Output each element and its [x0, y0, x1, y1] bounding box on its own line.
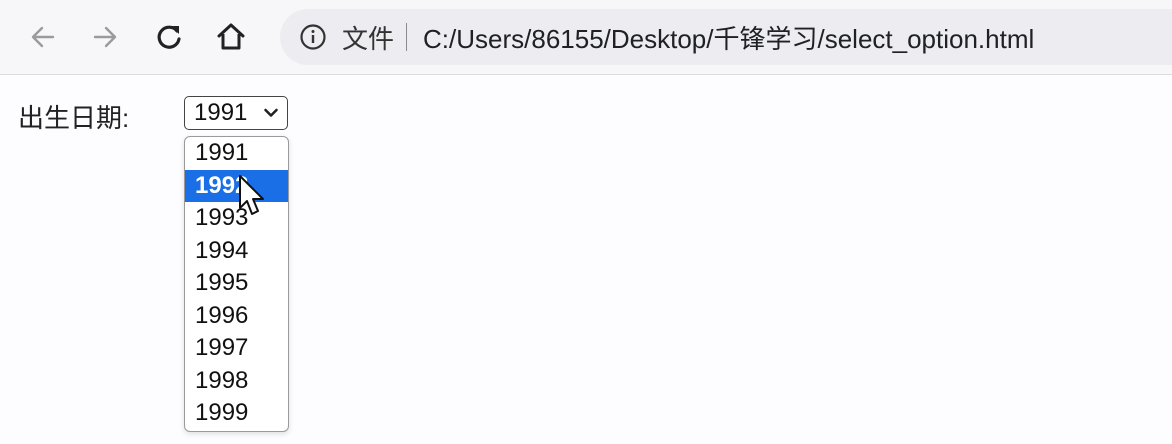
- scheme-label: 文件: [342, 23, 395, 54]
- home-button[interactable]: [208, 14, 254, 60]
- home-icon: [217, 23, 245, 50]
- reload-button[interactable]: [146, 14, 192, 60]
- arrow-right-icon: [93, 26, 117, 48]
- year-option[interactable]: 1992: [185, 169, 288, 202]
- page-content: [0, 75, 1172, 444]
- year-option[interactable]: 1993: [185, 202, 288, 235]
- mouse-cursor-icon: [239, 175, 264, 215]
- arrow-left-icon: [31, 26, 55, 48]
- year-option[interactable]: 1999: [185, 397, 288, 430]
- selected-year: 1991: [194, 99, 248, 126]
- browser-toolbar: 文件 C:/Users/86155/Desktop/千锋学习/select_op…: [0, 0, 1172, 75]
- address-divider: [406, 23, 408, 51]
- birth-date-label: 出生日期:: [18, 103, 130, 133]
- year-options-list: 1991 1992 1993 1994 1995 1996 1997 1998 1999: [184, 136, 289, 432]
- year-option[interactable]: 1998: [185, 365, 288, 398]
- info-icon[interactable]: [298, 22, 328, 52]
- reload-icon: [157, 25, 181, 49]
- year-option[interactable]: 1994: [185, 235, 288, 268]
- back-button[interactable]: [20, 14, 66, 60]
- address-bar[interactable]: 文件 C:/Users/86155/Desktop/千锋学习/select_op…: [280, 9, 1172, 65]
- url-text[interactable]: C:/Users/86155/Desktop/千锋学习/select_optio…: [423, 19, 1034, 56]
- year-option[interactable]: 1997: [185, 332, 288, 365]
- forward-button[interactable]: [82, 14, 128, 60]
- year-option[interactable]: 1996: [185, 300, 288, 333]
- chevron-down-icon: [264, 108, 278, 117]
- year-option[interactable]: 1991: [185, 137, 288, 170]
- year-select[interactable]: 1991: [184, 96, 288, 130]
- year-option[interactable]: 1995: [185, 267, 288, 300]
